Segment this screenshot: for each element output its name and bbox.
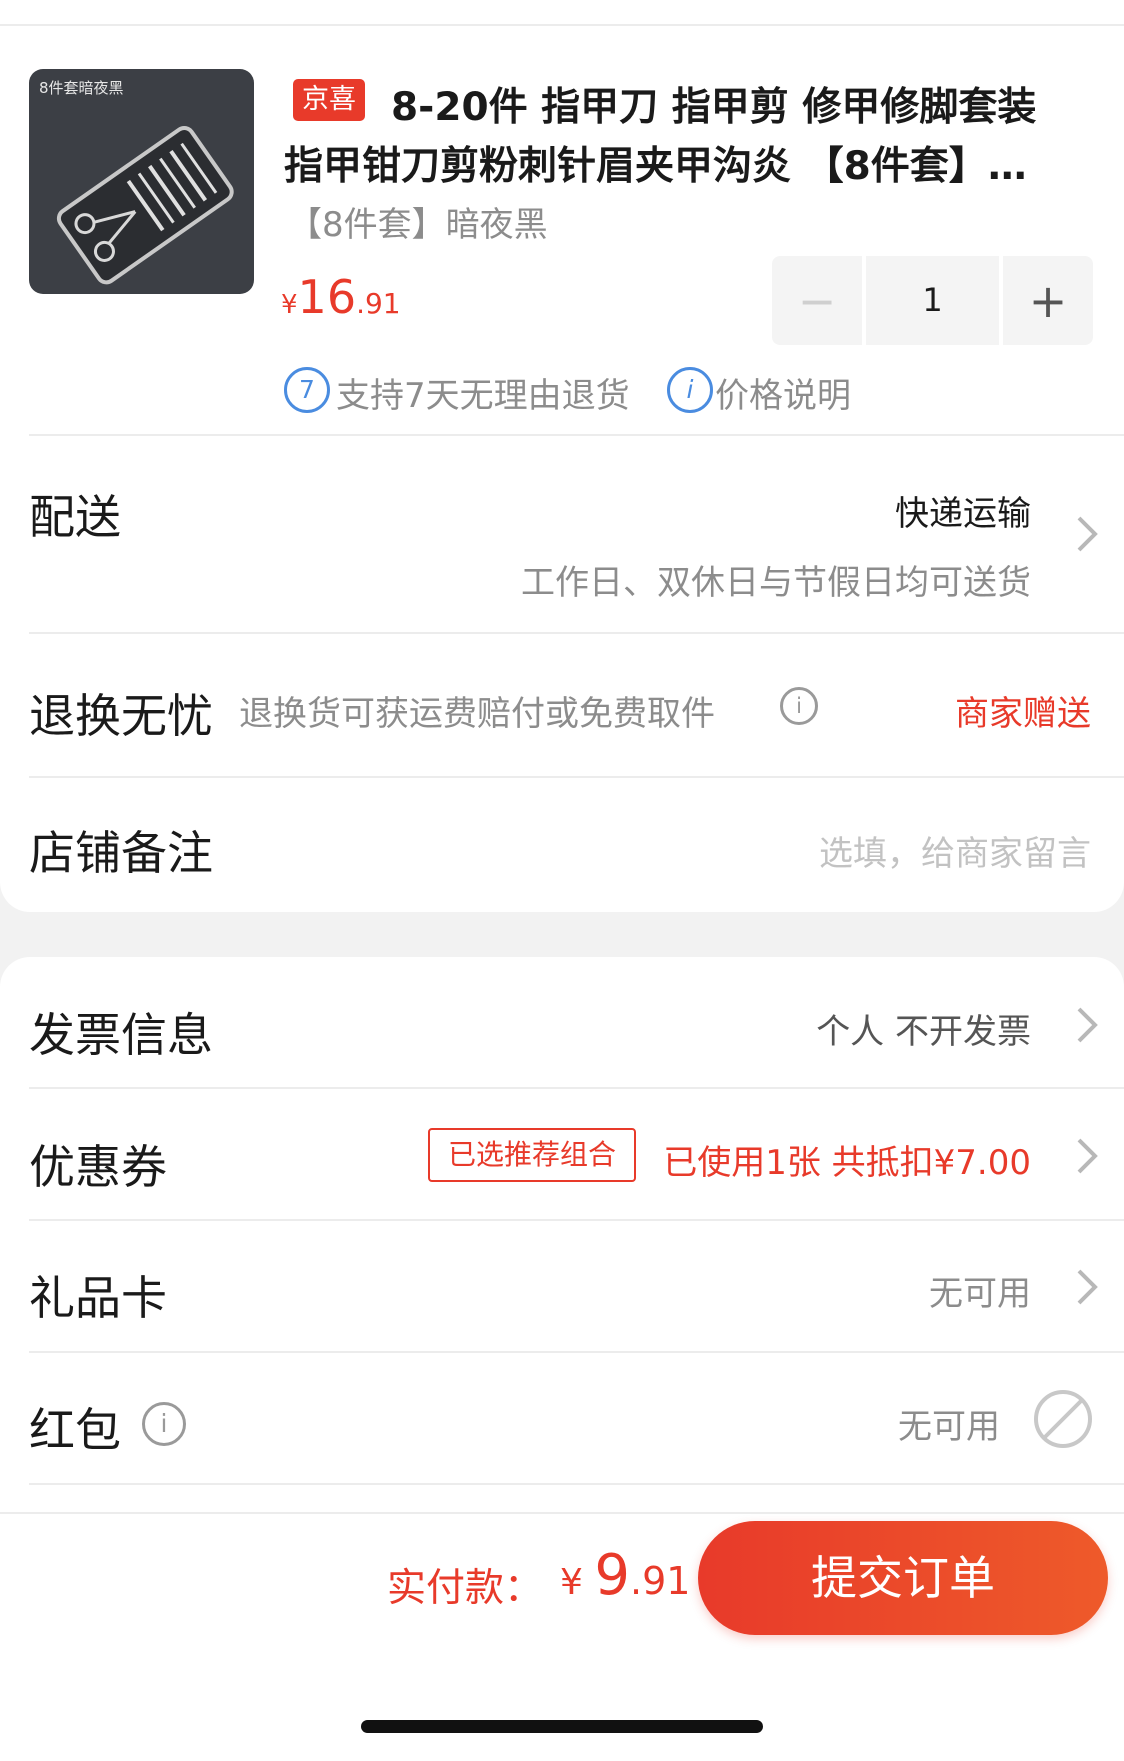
home-indicator[interactable] [361,1720,763,1733]
jingxi-tag: 京喜 [293,79,365,121]
chevron-right-icon [1077,1007,1098,1043]
divider [29,1483,1124,1485]
quantity-value[interactable]: 1 [866,256,999,345]
coupon-value: 已使用1张 共抵扣¥7.00 [663,1143,1031,1183]
red-packet-info-icon[interactable]: i [142,1402,186,1446]
total-integer: 9 [594,1543,630,1608]
red-packet-value: 无可用 [898,1407,1000,1447]
product-price: ¥16.91 [281,270,401,324]
return-guarantee-desc: 退换货可获运费赔付或免费取件 [239,694,715,734]
price-integer: 16 [297,270,357,324]
price-info-icon[interactable]: i [667,367,713,413]
minus-icon: − [797,273,837,328]
divider [29,1351,1124,1353]
delivery-method: 快递运输 [895,494,1031,534]
product-title-line2[interactable]: 指甲钳刀剪粉刺针眉夹甲沟炎 【8件套】… [284,135,1027,191]
price-decimal: .91 [356,287,401,320]
divider [29,776,1124,778]
product-spec: 【8件套】暗夜黑 [288,205,548,245]
total-label: 实付款： [387,1566,544,1611]
coupon-label: 优惠券 [29,1140,167,1194]
price-currency: ¥ [281,290,298,320]
return-guarantee-label: 退换无忧 [29,689,213,743]
total-currency: ¥ [560,1562,595,1603]
chevron-right-icon [1077,1138,1098,1174]
nail-kit-illustration [56,125,234,285]
red-packet-label: 红包 [29,1403,121,1457]
delivery-label: 配送 [29,490,121,544]
chevron-right-icon [1077,516,1098,552]
gift-card-label: 礼品卡 [29,1271,167,1325]
chevron-right-icon [1077,1269,1098,1305]
store-note-input[interactable]: 选填，给商家留言 [819,826,1091,875]
price-explanation-link[interactable]: 价格说明 [715,368,851,417]
quantity-stepper[interactable]: − 1 + [772,256,1093,345]
submit-order-button[interactable]: 提交订单 [698,1521,1108,1635]
disabled-circle-icon [1034,1390,1092,1448]
delivery-note: 工作日、双休日与节假日均可送货 [521,563,1031,603]
store-note-label: 店铺备注 [29,826,213,880]
total-decimal: .91 [630,1559,691,1603]
invoice-label: 发票信息 [29,1008,213,1062]
plus-icon: + [1028,273,1068,328]
coupon-recommended-tag: 已选推荐组合 [428,1128,636,1182]
invoice-value: 个人 不开发票 [816,1012,1031,1052]
seven-day-return-icon: 7 [284,367,330,413]
product-image[interactable]: 8件套暗夜黑 [29,69,254,294]
product-title-line1[interactable]: 8-20件 指甲刀 指甲剪 修甲修脚套装 [391,76,1036,132]
decrease-quantity-button[interactable]: − [772,256,862,345]
total-amount: ¥ 9.91 [560,1543,690,1608]
divider [29,632,1124,634]
seven-day-return-label[interactable]: 支持7天无理由退货 [336,368,630,417]
gift-card-value: 无可用 [929,1274,1031,1314]
return-guarantee-value: 商家赠送 [955,694,1091,734]
return-info-icon[interactable]: i [780,687,818,725]
increase-quantity-button[interactable]: + [1003,256,1093,345]
